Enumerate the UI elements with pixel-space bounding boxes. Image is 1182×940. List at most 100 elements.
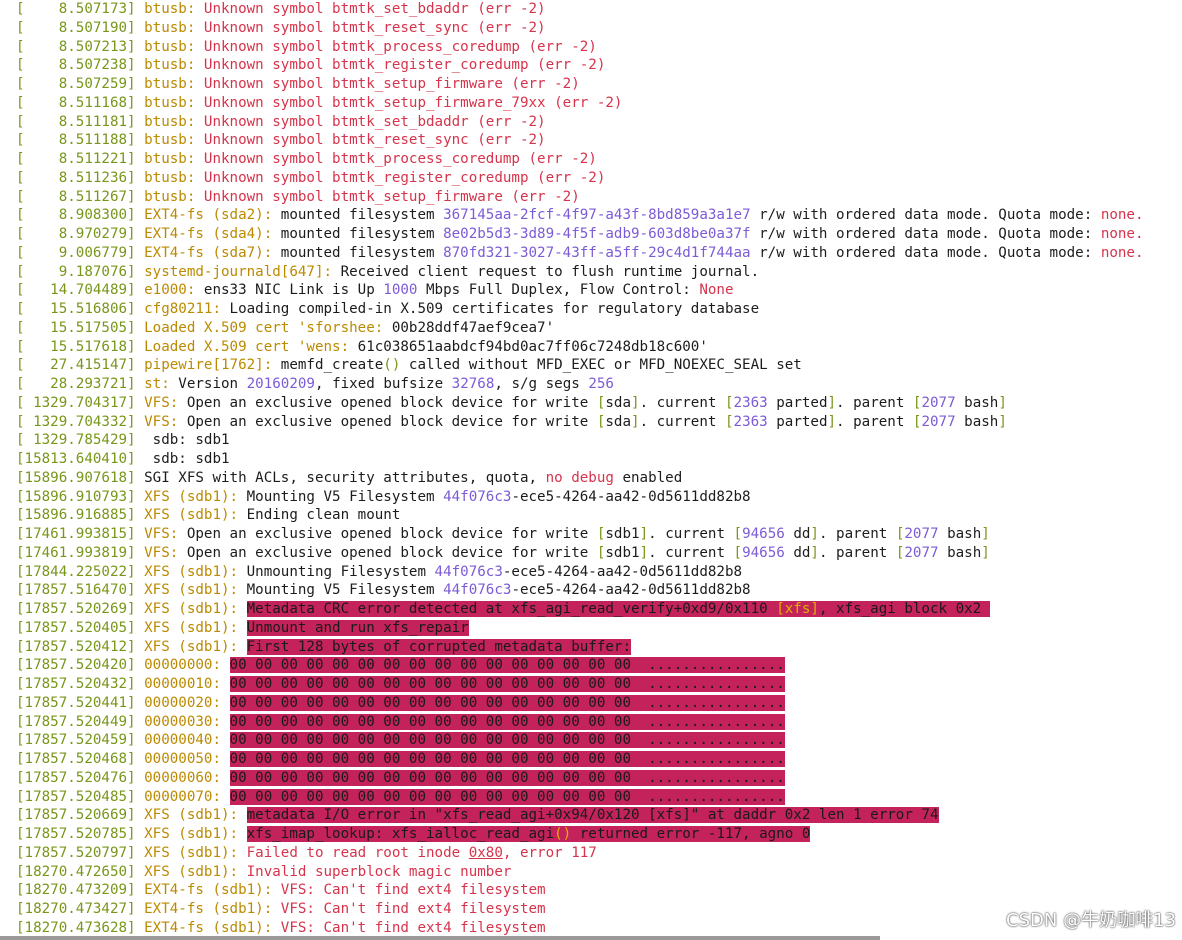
log-line: [ 8.511236] btusb: Unknown symbol btmtk_… — [0, 169, 1182, 188]
log-text: EXT4-fs (sdb1): — [144, 882, 281, 899]
log-text: -ece5-4264-aa42-0d5611dd82b8 — [511, 488, 751, 505]
log-text: Unknown symbol btmtk_process_coredump (e… — [203, 151, 597, 167]
log-line: [ 8.507259] btusb: Unknown symbol btmtk_… — [0, 75, 1182, 94]
log-line: [18270.472650] XFS (sdb1): Invalid super… — [0, 863, 1182, 882]
log-line: [ 8.507190] btusb: Unknown symbol btmtk_… — [0, 19, 1182, 38]
log-text: Unknown symbol btmtk_set_bdaddr (err -2) — [203, 113, 546, 130]
log-text: ] — [639, 526, 649, 542]
log-text: , error 117 — [502, 844, 597, 861]
log-text: r/w with ordered data mode. Quota mode: — [750, 207, 1101, 224]
log-text: btusb: — [144, 169, 204, 186]
log-timestamp: [17857.520420] — [16, 657, 145, 674]
log-timestamp: [15813.640410] — [16, 451, 145, 467]
log-text: 2363 — [733, 394, 768, 411]
log-text: 00000000: — [144, 657, 230, 674]
log-timestamp: [ 8.511181] — [16, 113, 145, 130]
log-text: parted — [767, 394, 828, 411]
log-text: Open an exclusive opened block device fo… — [186, 413, 597, 430]
log-text: [ — [724, 413, 734, 430]
log-line: [17857.520669] XFS (sdb1): metadata I/O … — [0, 806, 1182, 825]
log-text: Loaded X.509 cert 'sforshee: — [144, 319, 392, 336]
log-timestamp: [17857.516470] — [16, 582, 145, 599]
log-line: [ 15.517618] Loaded X.509 cert 'wens: 61… — [0, 338, 1182, 357]
log-timestamp: [ 8.511188] — [16, 132, 145, 149]
log-text: ] — [631, 394, 640, 411]
log-text: none. — [1100, 226, 1144, 242]
log-line: [17857.520432] 00000010: 00 00 00 00 00 … — [0, 675, 1182, 694]
log-line: [ 9.006779] EXT4-fs (sda7): mounted file… — [0, 244, 1182, 263]
log-text: dd — [784, 544, 811, 561]
log-timestamp: [17857.520797] — [16, 844, 145, 861]
log-timestamp: [17857.520269] — [16, 601, 145, 617]
log-text: ens33 NIC Link is Up — [203, 282, 384, 299]
log-text: . current — [639, 413, 725, 430]
log-text: r/w with ordered data mode. Quota mode: — [750, 244, 1101, 261]
log-text: 00000020: — [144, 694, 230, 711]
log-line: [17857.520785] XFS (sdb1): xfs_imap_look… — [0, 825, 1182, 844]
log-text: sda — [605, 394, 632, 411]
log-timestamp: [ 9.006779] — [16, 244, 145, 261]
log-timestamp: [ 27.415147] — [16, 357, 145, 374]
log-line: [ 1329.785429] sdb: sdb1 — [0, 431, 1182, 450]
log-text: Unknown symbol btmtk_setup_firmware_79xx… — [203, 94, 623, 111]
log-text: 00000060: — [144, 769, 230, 786]
log-timestamp: [ 8.511221] — [16, 151, 145, 167]
log-text: Mbps Full Duplex, Flow Control: — [417, 282, 700, 299]
log-text: 00 00 00 00 00 00 00 00 00 00 00 00 00 0… — [229, 732, 785, 749]
log-timestamp: [ 8.507173] — [16, 1, 145, 17]
log-line: [ 8.908300] EXT4-fs (sda2): mounted file… — [0, 206, 1182, 225]
log-line: [ 8.511181] btusb: Unknown symbol btmtk_… — [0, 113, 1182, 132]
log-text: 00 00 00 00 00 00 00 00 00 00 00 00 00 0… — [229, 788, 785, 805]
log-text: 2077 — [921, 413, 956, 430]
log-text: 94656 — [742, 544, 785, 561]
log-line: [17461.993819] VFS: Open an exclusive op… — [0, 544, 1182, 563]
log-text: 00000030: — [144, 713, 230, 730]
log-timestamp: [ 8.970279] — [16, 226, 145, 242]
log-text: 0x80 — [468, 844, 503, 861]
log-text: 2077 — [904, 544, 939, 561]
log-timestamp: [ 15.517505] — [16, 319, 145, 336]
log-text: . current — [639, 394, 725, 411]
log-text: Unmounting Filesystem — [246, 563, 435, 580]
log-text: Received client request to flush runtime… — [340, 263, 760, 280]
log-text: XFS (sdb1): — [144, 807, 247, 824]
horizontal-scrollbar[interactable] — [0, 936, 880, 940]
log-line: [ 27.415147] pipewire[1762]: memfd_creat… — [0, 356, 1182, 375]
log-text: 00 00 00 00 00 00 00 00 00 00 00 00 00 0… — [229, 694, 785, 711]
log-timestamp: [ 15.517618] — [16, 338, 145, 355]
log-text: [ — [733, 526, 743, 542]
log-text: Invalid superblock magic number — [246, 863, 512, 880]
log-text: 870fd321-3027-43ff-a5ff-29c4d1f744aa — [443, 244, 751, 261]
log-text: cfg80211: — [144, 301, 230, 317]
log-timestamp: [17857.520432] — [16, 676, 145, 692]
log-line: [17857.520485] 00000070: 00 00 00 00 00 … — [0, 788, 1182, 807]
log-timestamp: [18270.473427] — [16, 901, 145, 917]
log-text: btusb: — [144, 188, 204, 205]
log-line: [ 8.511188] btusb: Unknown symbol btmtk_… — [0, 131, 1182, 150]
log-text: Mounting V5 Filesystem — [246, 582, 444, 599]
log-line: [17857.520468] 00000050: 00 00 00 00 00 … — [0, 750, 1182, 769]
log-line: [18270.473209] EXT4-fs (sdb1): VFS: Can'… — [0, 881, 1182, 900]
log-line: [ 8.507238] btusb: Unknown symbol btmtk_… — [0, 56, 1182, 75]
log-text: , fixed bufsize — [314, 376, 452, 392]
log-text: btusb: — [144, 76, 204, 92]
log-text: () — [383, 357, 401, 374]
log-text: Unknown symbol btmtk_reset_sync (err -2) — [203, 19, 546, 36]
log-text: EXT4-fs (sda4): — [144, 226, 281, 242]
log-text: btusb: — [144, 57, 204, 74]
log-text: XFS (sdb1): — [144, 638, 247, 655]
log-text: Metadata CRC error detected at xfs_agi_r… — [246, 601, 777, 617]
log-text: Unknown symbol btmtk_register_coredump (… — [203, 169, 606, 186]
log-line: [17857.516470] XFS (sdb1): Mounting V5 F… — [0, 581, 1182, 600]
log-text: XFS (sdb1): — [144, 863, 247, 880]
log-text: bash — [955, 394, 999, 411]
log-text: 00b28ddf47aef9cea7' — [391, 319, 555, 336]
log-text: 367145aa-2fcf-4f97-a43f-8bd859a3a1e7 — [443, 207, 751, 224]
log-line: [17857.520269] XFS (sdb1): Metadata CRC … — [0, 600, 1182, 619]
log-text: 00000010: — [144, 676, 230, 692]
log-text: Open an exclusive opened block device fo… — [186, 526, 597, 542]
log-text: VFS: — [144, 526, 187, 542]
log-text: -ece5-4264-aa42-0d5611dd82b8 — [502, 563, 743, 580]
log-line: [17857.520797] XFS (sdb1): Failed to rea… — [0, 844, 1182, 863]
log-timestamp: [18270.473209] — [16, 882, 145, 899]
